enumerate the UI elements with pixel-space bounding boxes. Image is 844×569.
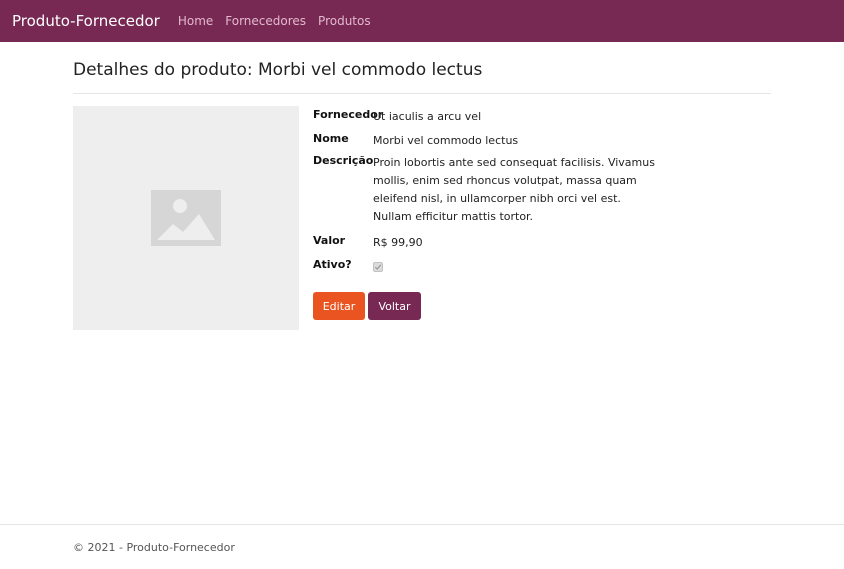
nome-label: Nome <box>313 132 349 145</box>
nav-link-home[interactable]: Home <box>178 14 213 28</box>
footer-divider <box>0 524 844 525</box>
product-image <box>73 106 299 330</box>
navbar: Produto-Fornecedor Home Fornecedores Pro… <box>0 0 844 42</box>
title-divider <box>73 93 771 94</box>
image-placeholder-icon <box>151 190 221 246</box>
descricao-value: Proin lobortis ante sed consequat facili… <box>373 156 655 223</box>
nav-link-fornecedores[interactable]: Fornecedores <box>225 14 306 28</box>
ativo-label: Ativo? <box>313 258 352 271</box>
checkmark-icon <box>374 264 382 270</box>
back-button[interactable]: Voltar <box>368 292 421 320</box>
page-title: Detalhes do produto: Morbi vel commodo l… <box>73 60 483 80</box>
valor-value: R$ 99,90 <box>373 236 423 249</box>
nav-link-produtos[interactable]: Produtos <box>318 14 371 28</box>
brand-link[interactable]: Produto-Fornecedor <box>12 12 160 30</box>
fornecedor-value: Ut iaculis a arcu vel <box>373 110 482 123</box>
valor-label: Valor <box>313 234 346 247</box>
nome-value: Morbi vel commodo lectus <box>373 134 519 147</box>
edit-button[interactable]: Editar <box>313 292 365 320</box>
descricao-label: Descrição <box>313 154 374 167</box>
footer-text: © 2021 - Produto-Fornecedor <box>73 541 235 554</box>
ativo-checkbox <box>373 262 383 272</box>
